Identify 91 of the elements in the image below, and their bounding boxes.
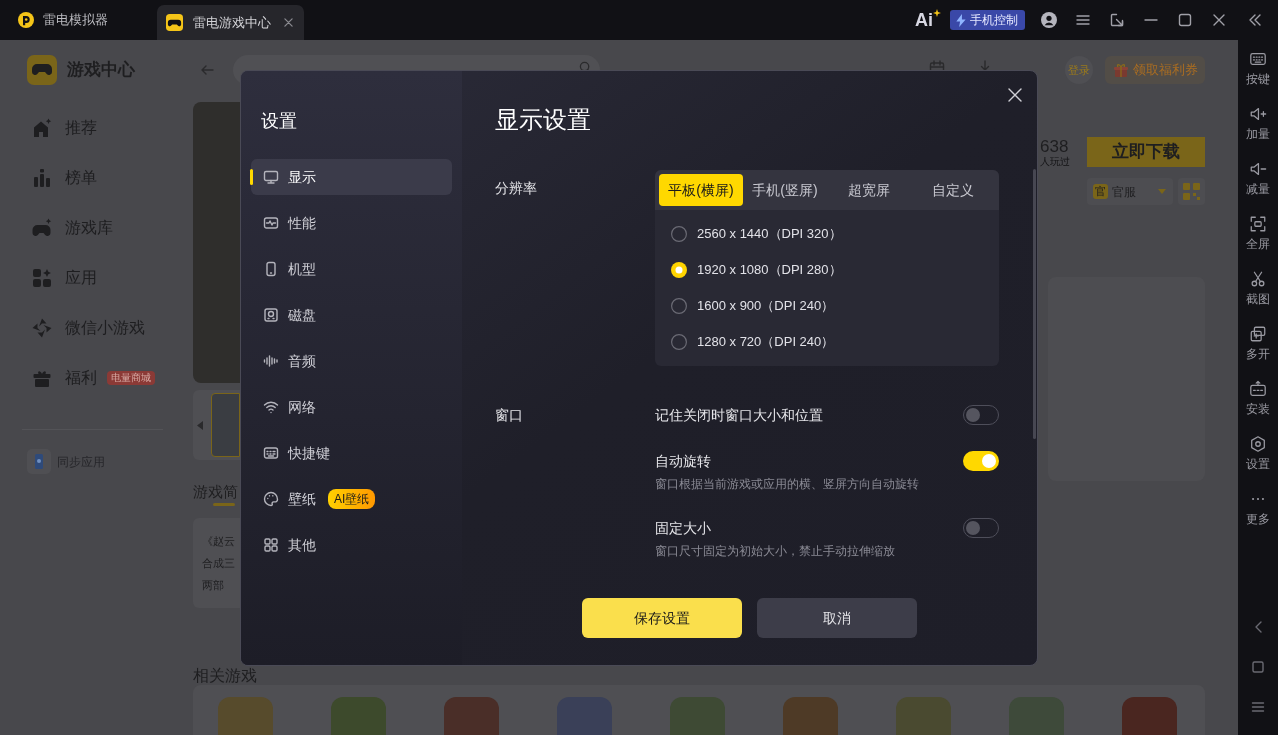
waveform-icon[interactable] xyxy=(263,353,279,369)
browser-tab[interactable]: 雷电游戏中心 xyxy=(157,5,304,40)
qr-code-icon[interactable] xyxy=(1183,183,1200,200)
tool-button[interactable]: 设置 xyxy=(1238,425,1278,480)
menu-item[interactable]: 显示 xyxy=(251,159,452,195)
keyboard-icon[interactable] xyxy=(263,445,279,461)
lightning-icon[interactable] xyxy=(956,13,966,27)
gamepad-icon[interactable] xyxy=(166,14,183,31)
save-button[interactable]: 保存设置 xyxy=(582,598,742,638)
close-icon[interactable] xyxy=(1008,88,1022,102)
setting-label: 记住关闭时窗口大小和位置 xyxy=(655,406,823,425)
radio-button[interactable] xyxy=(671,226,687,242)
section-label: 窗口 xyxy=(495,406,523,425)
qr-button[interactable] xyxy=(1178,178,1205,205)
option-label[interactable]: 2560 x 1440（DPI 320） xyxy=(697,225,842,243)
photo-placeholder[interactable] xyxy=(1122,697,1177,735)
home-icon[interactable] xyxy=(1250,659,1266,675)
menu-item[interactable]: 壁纸 AI壁纸 xyxy=(251,481,452,517)
logo-icon xyxy=(18,12,34,28)
monitor-icon[interactable] xyxy=(263,169,279,185)
section-label: 分辨率 xyxy=(495,179,537,198)
ai-logo[interactable]: Ai xyxy=(915,10,933,30)
double-chevron-icon[interactable] xyxy=(1247,12,1263,28)
menu-item[interactable]: 网络 xyxy=(251,389,452,425)
setting-description: 窗口尺寸固定为初始大小，禁止手动拉伸缩放 xyxy=(655,543,895,559)
tab[interactable]: 手机(竖屏) xyxy=(743,174,827,206)
radio-button[interactable] xyxy=(671,298,687,314)
scrollbar[interactable] xyxy=(1033,169,1036,439)
phone-icon[interactable] xyxy=(263,261,279,277)
tool-button[interactable]: 全屏 xyxy=(1238,205,1278,260)
tab[interactable]: 平板(横屏) xyxy=(659,174,743,206)
setting-description: 窗口根据当前游戏或应用的横、竖屏方向自动旋转 xyxy=(655,476,919,492)
setting-label: 固定大小 xyxy=(655,519,711,538)
popout-icon[interactable] xyxy=(1109,12,1125,28)
tool-button[interactable]: 多开 xyxy=(1238,315,1278,370)
caret-icon[interactable] xyxy=(1158,189,1166,194)
option-label[interactable]: 1280 x 720（DPI 240） xyxy=(697,333,835,351)
grid-icon[interactable] xyxy=(263,537,279,553)
menu-item[interactable]: 机型 xyxy=(251,251,452,287)
logo-icon[interactable] xyxy=(27,55,57,85)
left-triangle-icon[interactable] xyxy=(197,420,203,430)
tool-button[interactable]: 更多 xyxy=(1238,480,1278,535)
menu-item[interactable]: 音频 xyxy=(251,343,452,379)
option-label[interactable]: 1600 x 900（DPI 240） xyxy=(697,297,835,315)
toggle-switch[interactable] xyxy=(963,451,999,471)
selection-indicator xyxy=(250,169,253,185)
tool-button[interactable]: 加量 xyxy=(1238,95,1278,150)
menu-icon[interactable] xyxy=(1075,12,1091,28)
dialog-title: 设置 xyxy=(261,110,297,133)
menu-item[interactable]: 快捷键 xyxy=(251,435,452,471)
gift-icon[interactable] xyxy=(32,368,52,388)
menu-item[interactable]: 磁盘 xyxy=(251,297,452,333)
promo-tag: 电量商城 xyxy=(107,371,155,385)
bar-chart-icon[interactable] xyxy=(32,168,52,188)
photo-placeholder[interactable] xyxy=(444,697,499,735)
package-icon[interactable] xyxy=(1249,379,1267,398)
promo-tag: AI壁纸 xyxy=(328,489,376,509)
option-label[interactable]: 1920 x 1080（DPI 280） xyxy=(697,261,842,279)
pinwheel-icon[interactable] xyxy=(32,318,52,338)
pulse-icon[interactable] xyxy=(263,215,279,231)
settings-icon[interactable] xyxy=(1249,434,1267,453)
menu-icon[interactable] xyxy=(1250,699,1266,715)
fullscreen-icon[interactable] xyxy=(1249,214,1267,233)
close-icon[interactable] xyxy=(1211,12,1227,28)
scissors-icon[interactable] xyxy=(1249,269,1267,288)
phone-control-button[interactable]: 手机控制 xyxy=(950,10,1025,30)
active-indicator xyxy=(213,503,235,506)
radio-button[interactable] xyxy=(671,334,687,350)
tool-button[interactable]: 减量 xyxy=(1238,150,1278,205)
tool-button[interactable]: 安装 xyxy=(1238,370,1278,425)
server-badge: 官 xyxy=(1093,184,1108,199)
photo-placeholder[interactable] xyxy=(211,393,240,457)
maximize-icon[interactable] xyxy=(1177,12,1193,28)
tab[interactable]: 超宽屏 xyxy=(827,174,911,206)
tab[interactable]: 自定义 xyxy=(911,174,995,206)
dialog-heading: 显示设置 xyxy=(495,105,591,135)
wifi-icon[interactable] xyxy=(263,399,279,415)
menu-item[interactable]: 性能 xyxy=(251,205,452,241)
tool-button[interactable]: 截图 xyxy=(1238,260,1278,315)
cancel-button[interactable]: 取消 xyxy=(757,598,917,638)
house-icon[interactable] xyxy=(32,118,52,138)
gift-icon[interactable] xyxy=(1112,62,1129,78)
app-name: 雷电模拟器 xyxy=(43,12,108,28)
setting-label: 自动旋转 xyxy=(655,452,711,471)
sparkle-icon xyxy=(933,9,941,17)
multi-window-icon[interactable] xyxy=(1249,324,1267,343)
palette-icon[interactable] xyxy=(263,491,279,507)
user-icon[interactable] xyxy=(1041,12,1057,28)
menu-item[interactable]: 其他 xyxy=(251,527,452,563)
radio-button[interactable] xyxy=(671,262,687,278)
tool-button[interactable]: 按键 xyxy=(1238,40,1278,95)
